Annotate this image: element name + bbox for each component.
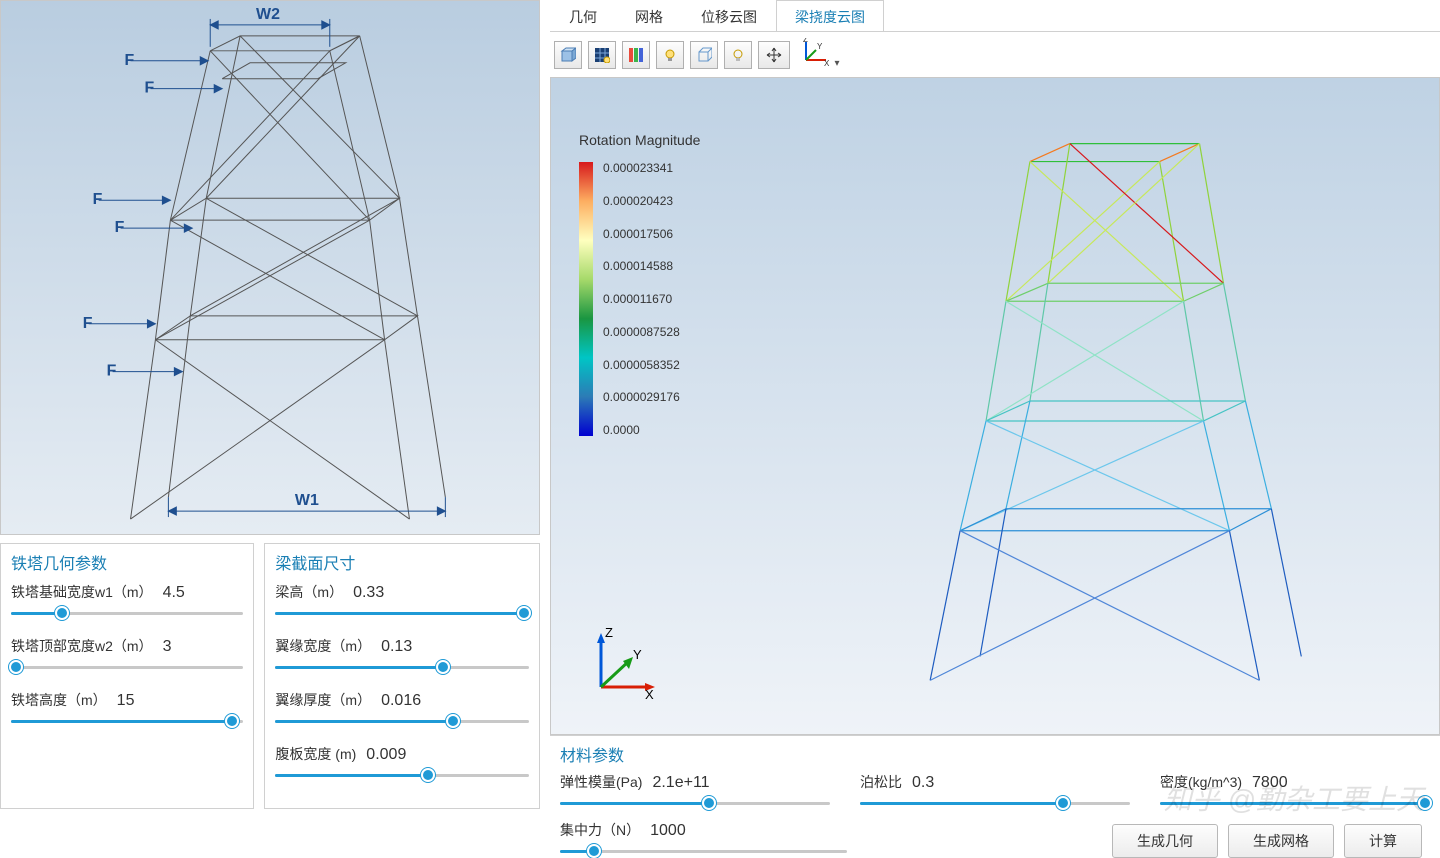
- force-f-label: F: [115, 219, 125, 236]
- force-f-label: F: [107, 363, 117, 380]
- slider-height[interactable]: [11, 714, 243, 728]
- move-icon[interactable]: [758, 41, 790, 69]
- svg-text:X: X: [824, 59, 830, 66]
- slider-web-w[interactable]: [275, 768, 529, 782]
- tab-mesh[interactable]: 网格: [616, 0, 682, 31]
- material-title: 材料参数: [560, 742, 1430, 766]
- param-w2: 铁塔顶部宽度w2（m）3: [11, 636, 243, 674]
- result-tabs: 几何 网格 位移云图 梁挠度云图: [550, 0, 1440, 32]
- dimension-w1-label: W1: [295, 492, 319, 509]
- slider-density[interactable]: [1160, 796, 1430, 810]
- slider-w2[interactable]: [11, 660, 243, 674]
- lightbulb-icon[interactable]: [724, 41, 752, 69]
- tab-geometry[interactable]: 几何: [550, 0, 616, 31]
- dimension-w2-label: W2: [256, 6, 280, 23]
- palette-icon[interactable]: [622, 41, 650, 69]
- svg-text:Z: Z: [605, 625, 613, 640]
- color-legend: Rotation Magnitude 0.0000233410.00002042…: [579, 132, 700, 436]
- param-w1: 铁塔基础宽度w1（m）4.5: [11, 582, 243, 620]
- svg-text:Y: Y: [817, 42, 823, 51]
- cubeframe-icon[interactable]: [690, 41, 718, 69]
- force-f-label: F: [125, 52, 135, 69]
- generate-geometry-button[interactable]: 生成几何: [1112, 824, 1218, 858]
- slider-w1[interactable]: [11, 606, 243, 620]
- slider-poisson[interactable]: [860, 796, 1130, 810]
- svg-text:X: X: [645, 687, 654, 702]
- force-f-label: F: [144, 80, 154, 97]
- material-panel: 材料参数 弹性模量(Pa)2.1e+11 泊松比0.3 密度(kg/m^3)78…: [550, 735, 1440, 858]
- svg-text:Z: Z: [803, 38, 808, 44]
- force-f-label: F: [83, 315, 93, 332]
- compute-button[interactable]: 计算: [1344, 824, 1422, 858]
- section-panel-title: 梁截面尺寸: [275, 550, 529, 574]
- legend-title: Rotation Magnitude: [579, 132, 700, 148]
- geom-panel-title: 铁塔几何参数: [11, 550, 243, 574]
- legend-colorbar: [579, 162, 593, 436]
- svg-text:Y: Y: [633, 647, 642, 662]
- geometry-viewport[interactable]: W2 W1: [0, 0, 540, 535]
- legend-ticks: 0.0000233410.0000204230.000017506 0.0000…: [603, 162, 680, 436]
- axes-icon[interactable]: Z Y X ▾: [800, 38, 839, 71]
- geom-params-panel: 铁塔几何参数 铁塔基础宽度w1（m）4.5 铁塔顶部宽度w2（m）3 铁塔高度（…: [0, 543, 254, 809]
- slider-flange-w[interactable]: [275, 660, 529, 674]
- slider-force[interactable]: [560, 844, 847, 858]
- param-height: 铁塔高度（m）15: [11, 690, 243, 728]
- slider-flange-t[interactable]: [275, 714, 529, 728]
- light-icon[interactable]: [656, 41, 684, 69]
- slider-young[interactable]: [560, 796, 830, 810]
- grid-icon[interactable]: [588, 41, 616, 69]
- axes-triad: Z Y X: [583, 625, 663, 710]
- viewer-toolbar: Z Y X ▾: [550, 32, 1440, 77]
- tab-displacement[interactable]: 位移云图: [682, 0, 776, 31]
- generate-mesh-button[interactable]: 生成网格: [1228, 824, 1334, 858]
- result-viewport[interactable]: Rotation Magnitude 0.0000233410.00002042…: [550, 77, 1440, 735]
- force-f-label: F: [93, 191, 103, 208]
- section-params-panel: 梁截面尺寸 梁高（m）0.33 翼缘宽度（m）0.13 翼缘厚度（m）0.016…: [264, 543, 540, 809]
- slider-beam-h[interactable]: [275, 606, 529, 620]
- cube-icon[interactable]: [554, 41, 582, 69]
- tab-beam-deflection[interactable]: 梁挠度云图: [776, 0, 884, 31]
